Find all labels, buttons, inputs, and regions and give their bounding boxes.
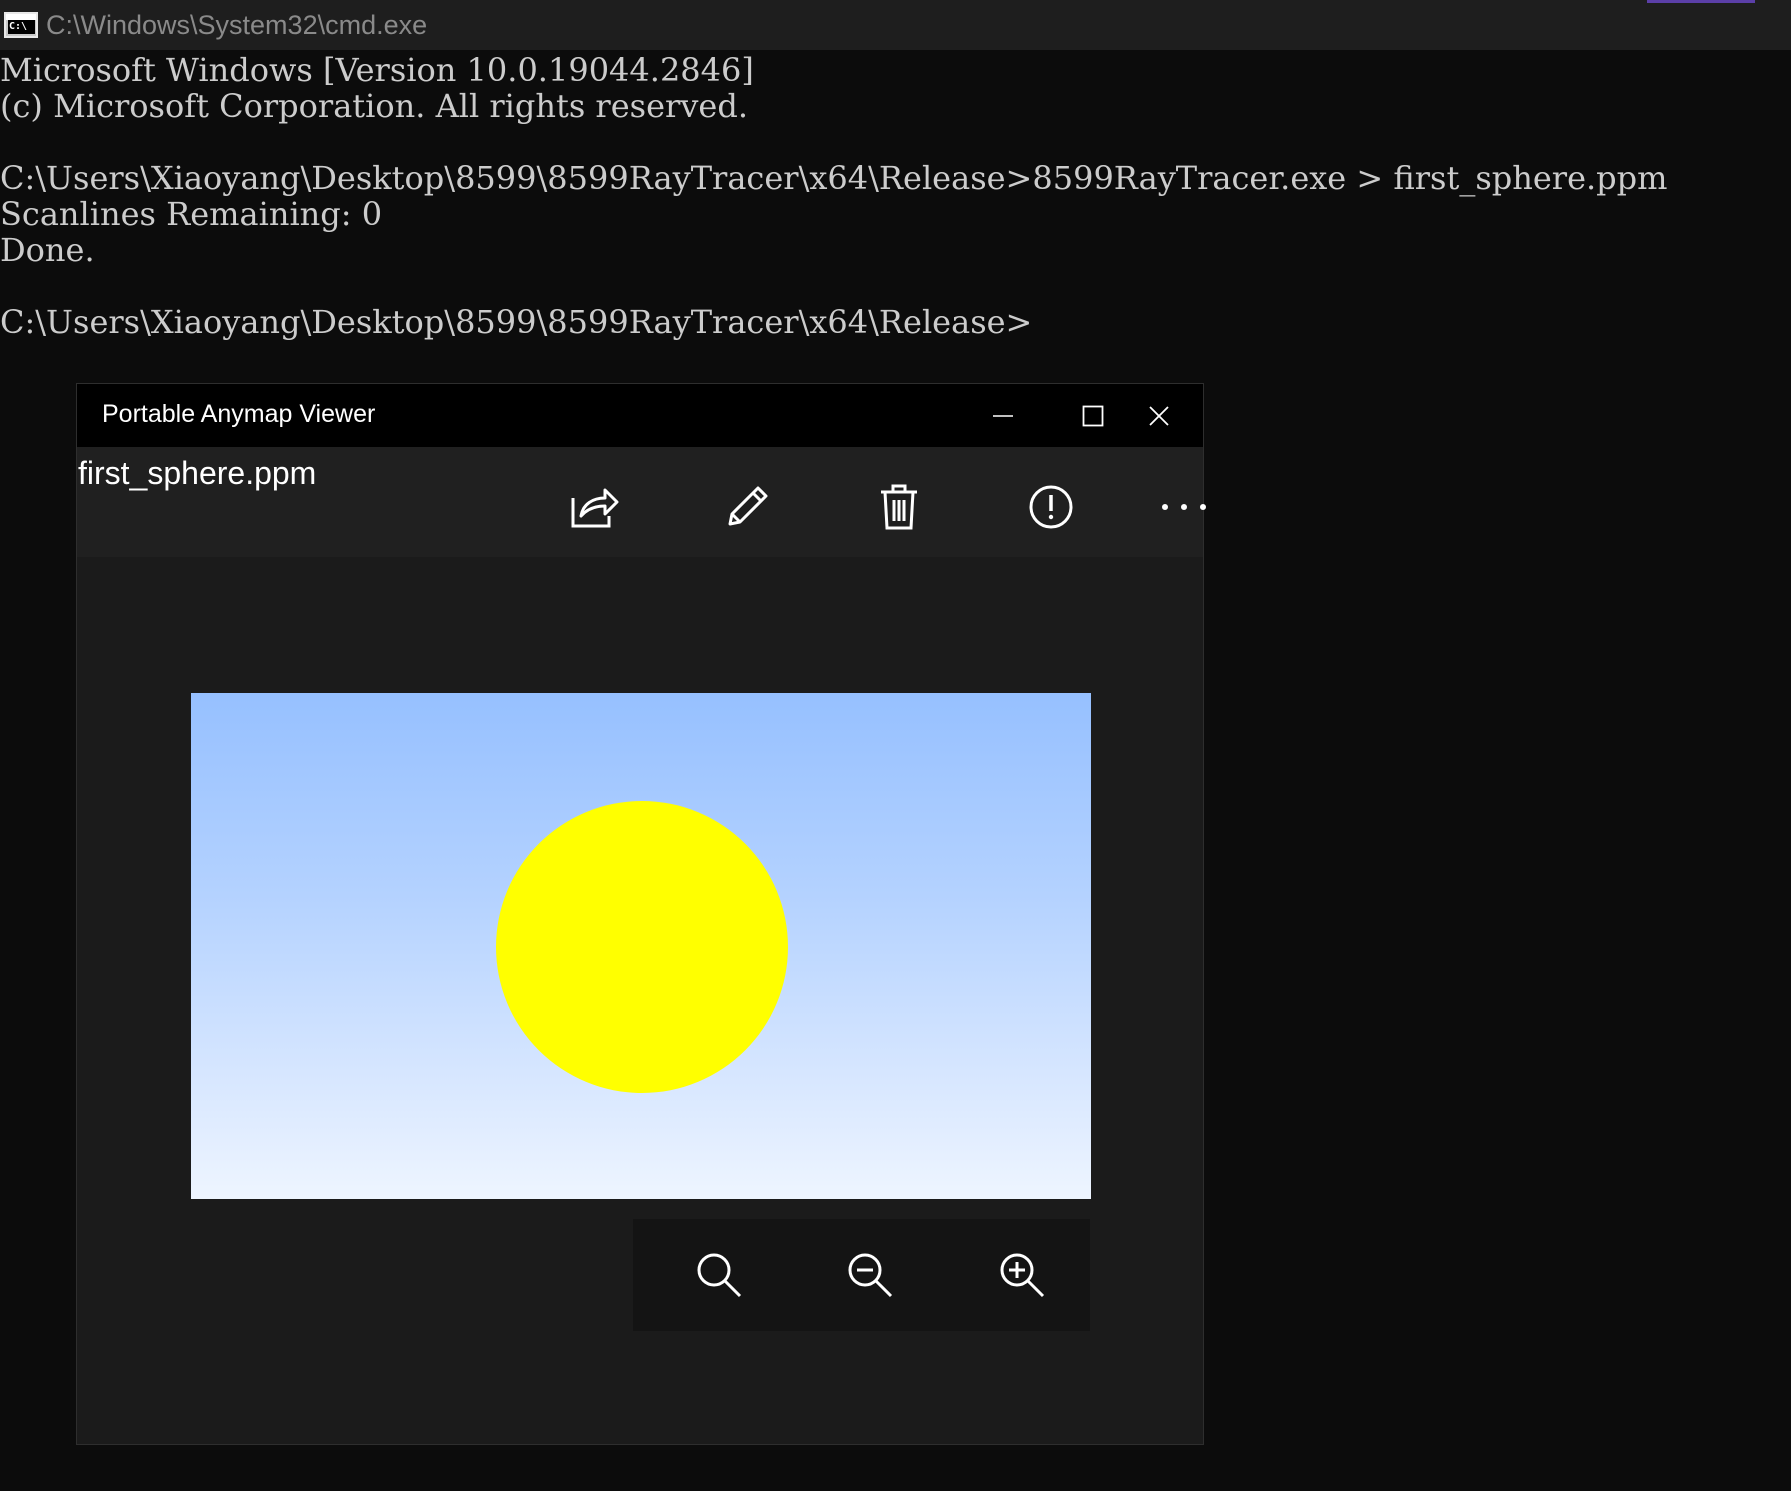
edit-pencil-icon [728, 486, 768, 526]
file-name-label: first_sphere.ppm [78, 455, 317, 491]
close-button[interactable] [1114, 384, 1204, 447]
cmd-app-icon: C:\ [4, 12, 38, 38]
cmd-titlebar: C:\ C:\Windows\System32\cmd.exe [0, 0, 1791, 50]
file-info-button[interactable] [1016, 472, 1086, 542]
share-icon [571, 488, 619, 528]
console-line-done: Done. [0, 231, 95, 269]
console-line-command: C:\Users\Xiaoyang\Desktop\8599\8599RayTr… [0, 159, 1668, 197]
delete-trash-icon [881, 484, 917, 530]
share-button[interactable] [559, 472, 629, 542]
edit-button[interactable] [712, 472, 782, 542]
info-icon [1029, 485, 1073, 529]
maximize-icon [1082, 405, 1104, 426]
zoom-out-icon [848, 1253, 893, 1298]
cmd-window-title: C:\Windows\System32\cmd.exe [46, 9, 428, 40]
viewer-window: Portable Anymap Viewer first_sphere.ppm [76, 383, 1206, 1445]
minimize-button[interactable] [958, 384, 1048, 447]
minimize-icon [993, 414, 1013, 417]
delete-button[interactable] [864, 472, 934, 542]
zoom-fit-button[interactable] [683, 1239, 755, 1311]
yellow-sphere [496, 801, 788, 1093]
zoom-in-button[interactable] [986, 1239, 1058, 1311]
viewer-toolbar: first_sphere.ppm [77, 447, 1206, 557]
console-line-copyright: (c) Microsoft Corporation. All rights re… [0, 87, 748, 125]
console-line-version: Microsoft Windows [Version 10.0.19044.28… [0, 51, 754, 89]
console-prompt[interactable]: C:\Users\Xiaoyang\Desktop\8599\8599RayTr… [0, 304, 1791, 340]
cmd-app-icon-label: C:\ [8, 20, 35, 34]
rendered-image [191, 693, 1091, 1199]
viewer-titlebar[interactable]: Portable Anymap Viewer [77, 384, 1203, 447]
viewer-window-title: Portable Anymap Viewer [102, 400, 376, 428]
zoom-controls [633, 1219, 1090, 1331]
more-options-button[interactable] [1149, 472, 1219, 542]
more-options-icon [1162, 504, 1206, 510]
zoom-out-button[interactable] [834, 1239, 906, 1311]
cmd-console-output[interactable]: Microsoft Windows [Version 10.0.19044.28… [0, 52, 1791, 340]
zoom-in-icon [1000, 1253, 1045, 1298]
close-icon [1149, 405, 1169, 426]
console-line-scanlines: Scanlines Remaining: 0 [0, 195, 383, 233]
window-accent-strip [1647, 0, 1755, 3]
zoom-fit-icon [697, 1253, 742, 1298]
